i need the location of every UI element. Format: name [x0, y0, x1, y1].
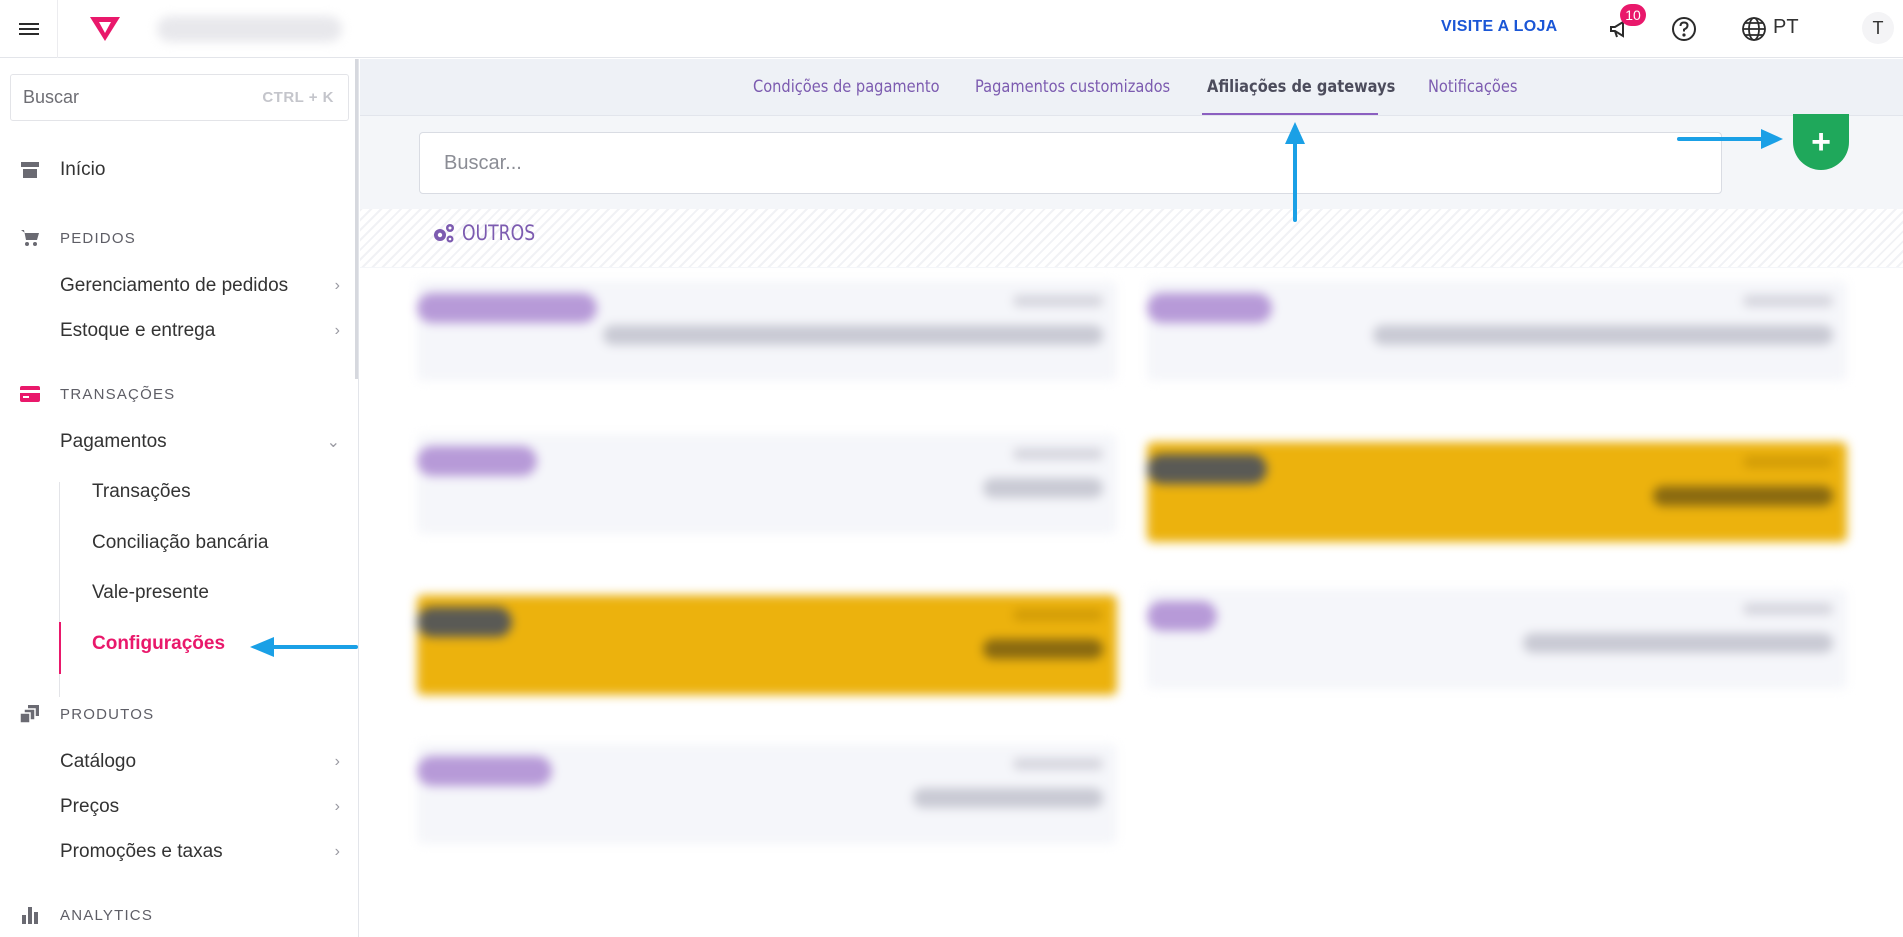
gateway-card[interactable]	[1147, 589, 1847, 689]
section-title-others: OUTROS	[432, 221, 551, 245]
sidebar-section-analytics[interactable]: ANALYTICS	[20, 905, 153, 925]
sidebar-section-orders[interactable]: PEDIDOS	[20, 228, 136, 248]
search-input-wrapper[interactable]	[419, 132, 1722, 194]
visit-store-link[interactable]: VISITE A LOJA	[1441, 18, 1558, 36]
sidebar-item-home[interactable]: Início	[20, 159, 105, 181]
cart-icon	[20, 228, 40, 248]
gateway-card[interactable]	[417, 595, 1117, 695]
tabs-bar: Condições de pagamento Pagamentos custom…	[360, 59, 1903, 116]
gateway-card[interactable]	[417, 434, 1117, 534]
vtex-logo[interactable]	[88, 14, 122, 44]
store-name-blurred	[157, 15, 342, 42]
tab-gateway-affiliations[interactable]: Afiliações de gateways	[1207, 77, 1395, 97]
bar-chart-icon	[20, 905, 40, 925]
section-header-background	[360, 209, 1903, 267]
chevron-right-icon: ›	[334, 753, 340, 770]
user-avatar[interactable]: T	[1862, 12, 1894, 44]
sidebar-search-placeholder: Buscar	[23, 87, 80, 107]
sidebar-item-prices[interactable]: Preços ›	[60, 796, 340, 818]
chevron-down-icon: ⌄	[326, 434, 340, 451]
products-icon	[20, 704, 40, 724]
chevron-right-icon: ›	[334, 277, 340, 294]
sidebar-item-settings[interactable]: Configurações	[92, 633, 225, 655]
sidebar-section-products[interactable]: PRODUTOS	[20, 704, 154, 724]
gears-icon	[434, 224, 454, 243]
main-content: Condições de pagamento Pagamentos custom…	[360, 59, 1903, 937]
sidebar-item-bank-reconciliation[interactable]: Conciliação bancária	[92, 532, 268, 554]
sidebar-item-transactions[interactable]: Transações	[92, 481, 191, 503]
store-icon	[20, 160, 40, 180]
gateway-card[interactable]	[1147, 281, 1847, 381]
sidebar-scrollbar[interactable]	[355, 59, 358, 379]
arrow-up-icon	[1285, 122, 1305, 222]
sidebar-item-payments[interactable]: Pagamentos ⌄	[60, 431, 340, 453]
sidebar-item-promotions[interactable]: Promoções e taxas ›	[60, 841, 340, 863]
sidebar-search[interactable]: Buscar CTRL + K	[10, 74, 349, 121]
tab-notifications[interactable]: Notificações	[1428, 77, 1517, 97]
search-input[interactable]	[444, 151, 1697, 175]
chevron-right-icon: ›	[334, 843, 340, 860]
active-tab-underline	[1202, 113, 1378, 115]
arrow-left-icon	[250, 637, 358, 657]
tab-payment-conditions[interactable]: Condições de pagamento	[753, 77, 940, 97]
sidebar: Buscar CTRL + K Início PEDIDOS Gerenciam…	[0, 59, 359, 937]
add-button[interactable]: +	[1793, 114, 1849, 170]
gateway-card[interactable]	[417, 744, 1117, 844]
sidebar-item-stock-delivery[interactable]: Estoque e entrega ›	[60, 320, 340, 342]
chevron-right-icon: ›	[334, 322, 340, 339]
sidebar-section-transactions[interactable]: TRANSAÇÕES	[20, 384, 175, 404]
search-shortcut: CTRL + K	[262, 89, 334, 106]
menu-icon[interactable]	[0, 0, 58, 58]
sidebar-item-catalog[interactable]: Catálogo ›	[60, 751, 340, 773]
notification-badge: 10	[1620, 4, 1646, 26]
sidebar-item-label: Início	[60, 159, 106, 180]
chevron-right-icon: ›	[334, 798, 340, 815]
gateway-card[interactable]	[417, 281, 1117, 381]
sidebar-item-order-management[interactable]: Gerenciamento de pedidos ›	[60, 275, 340, 297]
gateway-card[interactable]	[1147, 442, 1847, 542]
tab-custom-payments[interactable]: Pagamentos customizados	[975, 77, 1170, 97]
globe-icon[interactable]	[1741, 16, 1767, 42]
credit-card-icon	[20, 384, 40, 404]
language-selector[interactable]: PT	[1773, 16, 1799, 39]
arrow-right-icon	[1677, 129, 1783, 149]
sidebar-item-gift-card[interactable]: Vale-presente	[92, 582, 209, 604]
active-indicator	[59, 622, 61, 674]
help-icon[interactable]	[1671, 16, 1697, 42]
